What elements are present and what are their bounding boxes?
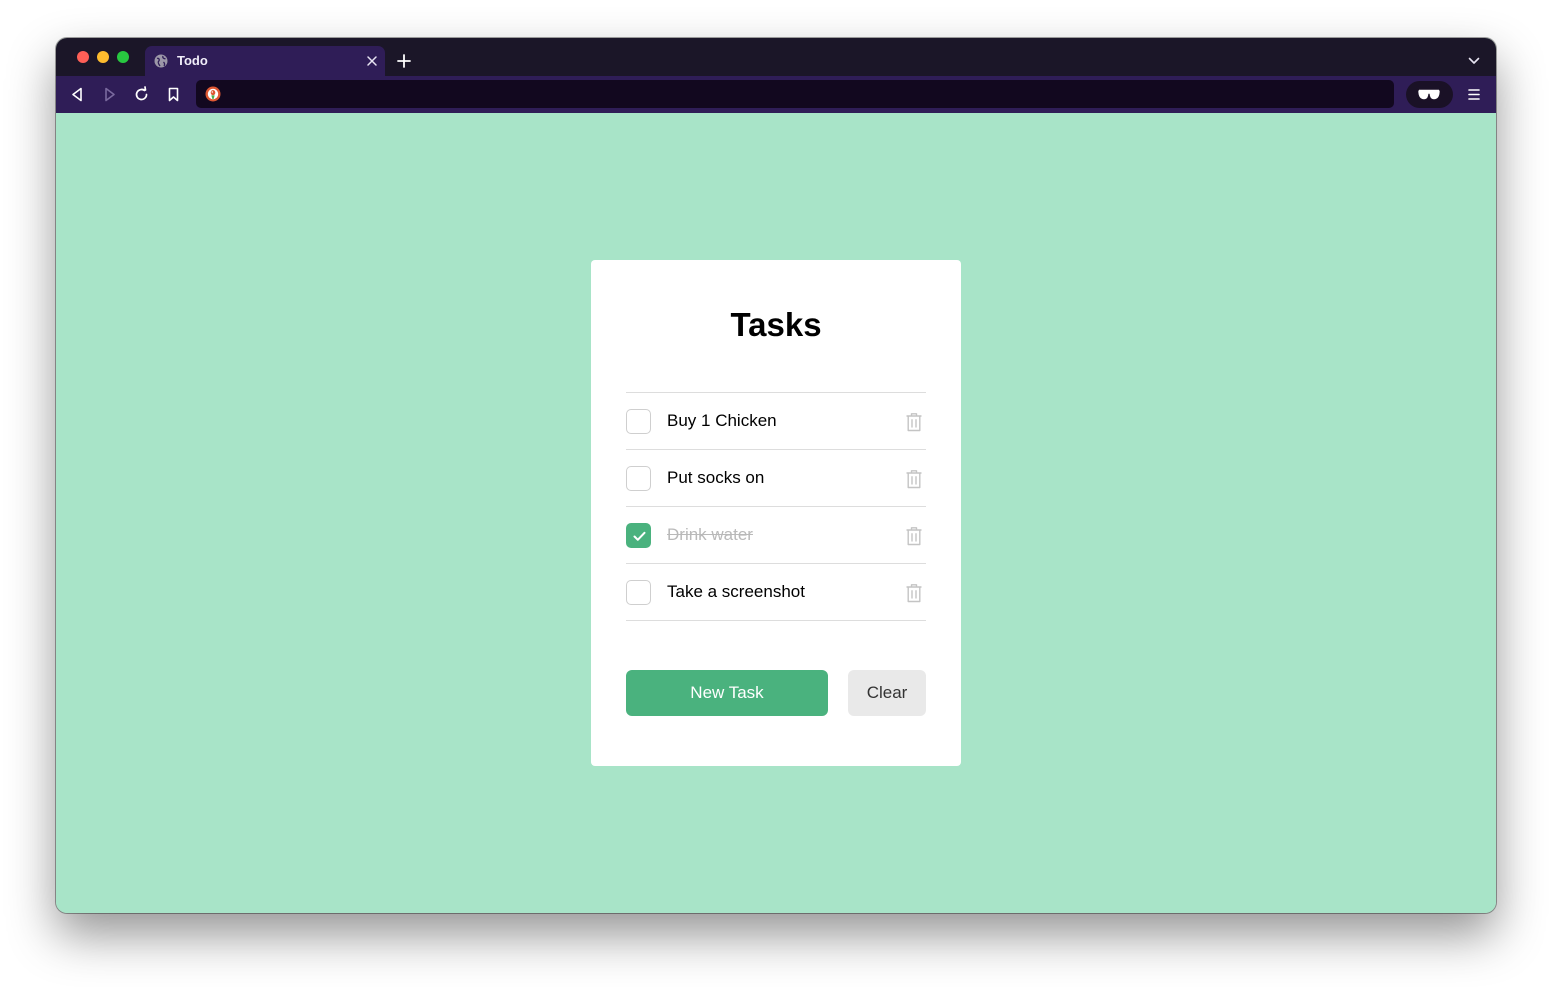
bookmark-icon[interactable] (165, 86, 182, 103)
trash-icon[interactable] (905, 526, 923, 546)
trash-icon[interactable] (905, 469, 923, 489)
privacy-button[interactable] (1406, 81, 1453, 108)
tab-title: Todo (177, 53, 208, 68)
clear-button[interactable]: Clear (848, 670, 926, 716)
url-input[interactable] (228, 80, 1378, 108)
task-label: Buy 1 Chicken (667, 411, 777, 430)
browser-toolbar (56, 76, 1496, 113)
forward-icon[interactable] (101, 86, 118, 103)
chevron-down-icon[interactable] (1467, 54, 1481, 68)
globe-icon (154, 54, 168, 68)
reload-icon[interactable] (133, 86, 150, 103)
task-item: Put socks on (626, 450, 926, 507)
task-label: Drink water (667, 525, 753, 544)
browser-window: Todo Tasks Buy 1 Chicken Put socks on Dr… (56, 38, 1496, 913)
address-bar[interactable] (196, 80, 1394, 108)
task-list: Buy 1 Chicken Put socks on Drink water T… (626, 392, 926, 621)
trash-icon[interactable] (905, 583, 923, 603)
menu-icon[interactable] (1467, 87, 1481, 102)
task-card: Tasks Buy 1 Chicken Put socks on Drink w… (591, 260, 961, 766)
trash-icon[interactable] (905, 412, 923, 432)
page-viewport: Tasks Buy 1 Chicken Put socks on Drink w… (56, 113, 1496, 913)
task-item: Take a screenshot (626, 564, 926, 621)
tab-todo[interactable]: Todo (145, 46, 385, 76)
zoom-window-button[interactable] (117, 51, 129, 63)
task-checkbox[interactable] (626, 466, 651, 491)
task-checkbox-checked[interactable] (626, 523, 651, 548)
back-icon[interactable] (69, 86, 86, 103)
task-label: Put socks on (667, 468, 765, 487)
new-tab-icon[interactable] (396, 53, 412, 69)
tab-strip: Todo (56, 38, 1496, 76)
duckduckgo-icon (205, 86, 221, 102)
checkmark-icon (633, 531, 646, 541)
task-item: Drink water (626, 507, 926, 564)
page-title: Tasks (730, 306, 822, 343)
sunglasses-icon (1418, 89, 1440, 100)
task-checkbox[interactable] (626, 409, 651, 434)
close-tab-icon[interactable] (365, 54, 379, 68)
task-item: Buy 1 Chicken (626, 393, 926, 450)
new-task-button[interactable]: New Task (626, 670, 828, 716)
task-label: Take a screenshot (667, 582, 805, 601)
close-window-button[interactable] (77, 51, 89, 63)
task-checkbox[interactable] (626, 580, 651, 605)
minimize-window-button[interactable] (97, 51, 109, 63)
